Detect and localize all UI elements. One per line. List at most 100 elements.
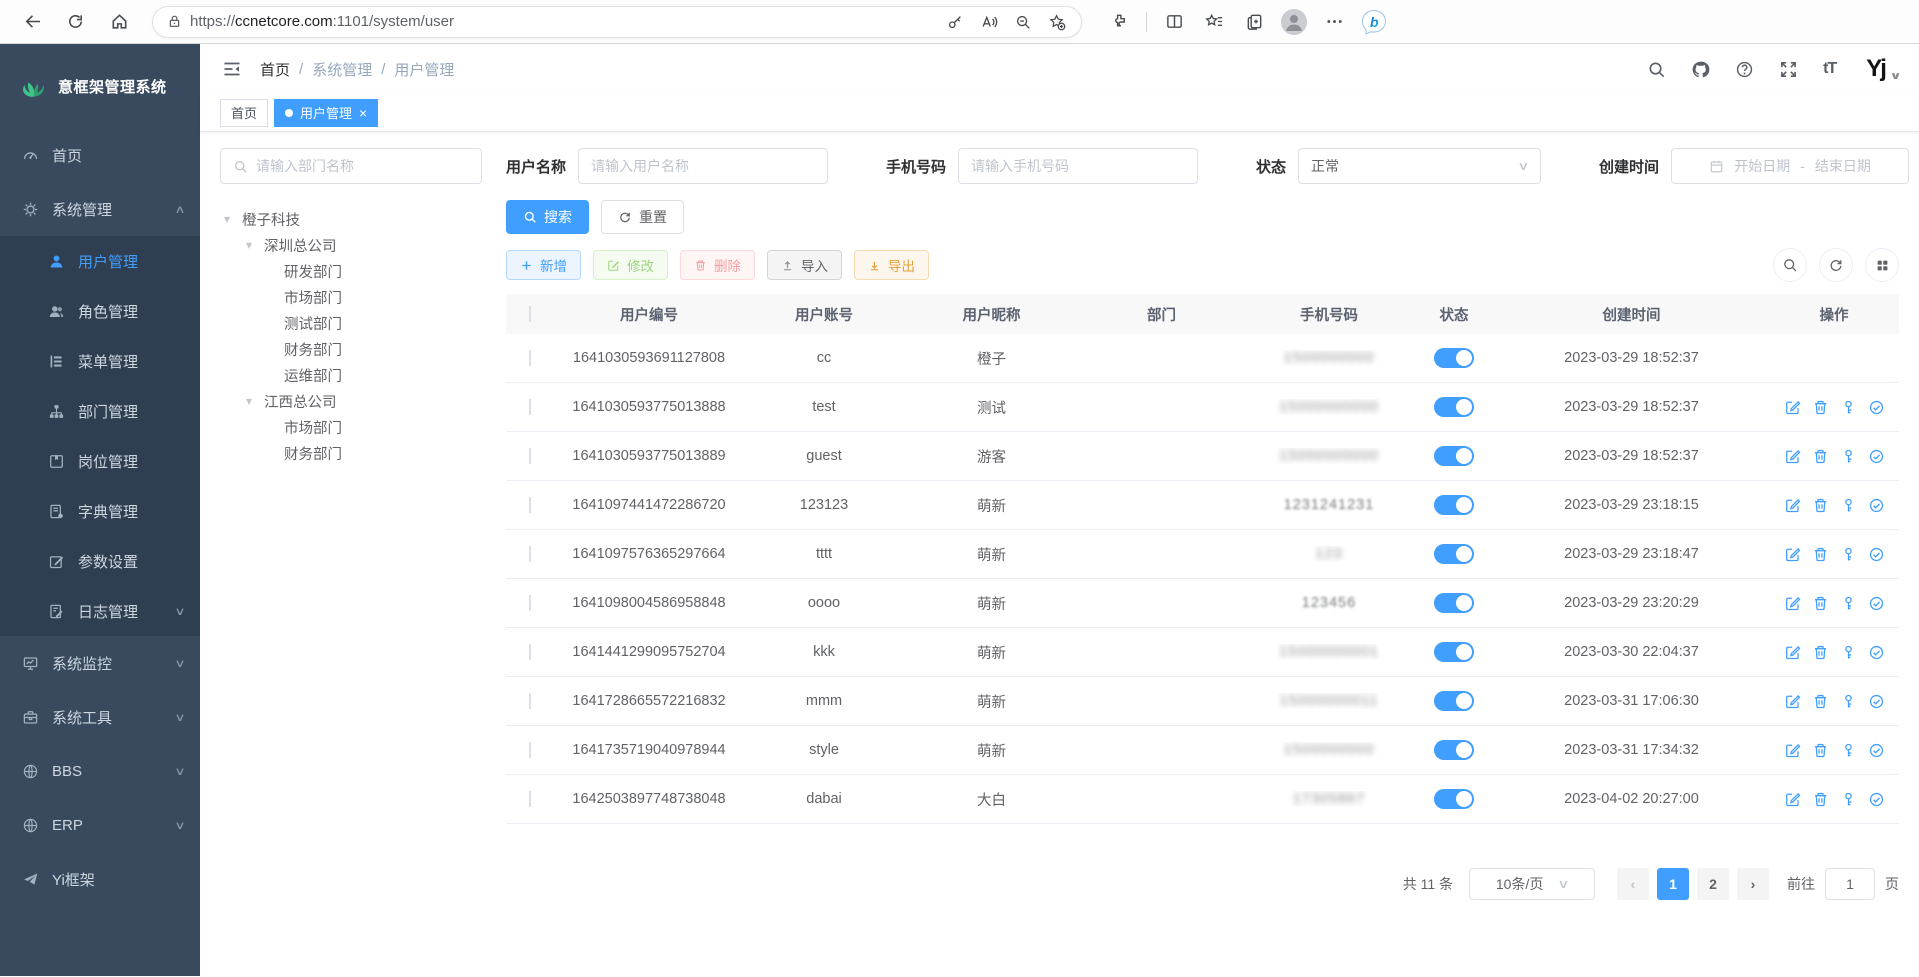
check-circle-icon[interactable] — [1868, 399, 1885, 416]
sidebar-item-user[interactable]: 用户管理 — [0, 236, 200, 286]
row-checkbox[interactable] — [529, 399, 531, 415]
delete-button[interactable]: 删除 — [680, 250, 755, 280]
key-icon[interactable] — [1840, 399, 1857, 416]
username-input[interactable] — [591, 158, 815, 174]
tree-node-财务部门[interactable]: 财务部门 — [220, 336, 482, 362]
read-aloud-icon[interactable] — [975, 8, 1003, 36]
edit-icon[interactable] — [1784, 693, 1801, 710]
collections-icon[interactable] — [1237, 5, 1271, 39]
toggle-search-button[interactable] — [1773, 248, 1807, 282]
prev-page-button[interactable]: ‹ — [1617, 868, 1649, 900]
check-circle-icon[interactable] — [1868, 448, 1885, 465]
phone-input[interactable] — [971, 158, 1185, 174]
edit-icon[interactable] — [1784, 448, 1801, 465]
status-toggle[interactable] — [1434, 348, 1474, 368]
date-range-picker[interactable]: 开始日期 - 结束日期 — [1671, 148, 1909, 184]
zoom-out-icon[interactable] — [1009, 8, 1037, 36]
select-all-checkbox[interactable] — [529, 306, 531, 322]
favorites-bar-icon[interactable] — [1197, 5, 1231, 39]
key-icon[interactable] — [1840, 742, 1857, 759]
sidebar-item-dict[interactable]: 字典管理 — [0, 486, 200, 536]
sidebar-item-dept[interactable]: 部门管理 — [0, 386, 200, 436]
app-logo[interactable]: 意框架管理系统 — [0, 44, 200, 128]
edit-icon[interactable] — [1784, 595, 1801, 612]
add-button[interactable]: 新增 — [506, 250, 581, 280]
delete-icon[interactable] — [1812, 448, 1829, 465]
tab-用户管理[interactable]: 用户管理× — [274, 99, 378, 127]
tree-expand-icon[interactable]: ▾ — [246, 238, 258, 252]
key-icon[interactable] — [1840, 791, 1857, 808]
status-toggle[interactable] — [1434, 691, 1474, 711]
split-screen-icon[interactable] — [1157, 5, 1191, 39]
help-icon[interactable] — [1735, 60, 1754, 79]
key-icon[interactable] — [1840, 644, 1857, 661]
status-toggle[interactable] — [1434, 397, 1474, 417]
fullscreen-icon[interactable] — [1779, 60, 1798, 79]
delete-icon[interactable] — [1812, 595, 1829, 612]
delete-icon[interactable] — [1812, 644, 1829, 661]
row-checkbox[interactable] — [529, 644, 531, 660]
tree-expand-icon[interactable]: ▾ — [246, 394, 258, 408]
browser-back-icon[interactable] — [14, 5, 48, 39]
page-size-select[interactable]: 10条/页 ∨ — [1469, 868, 1595, 900]
tree-node-江西总公司[interactable]: ▾江西总公司 — [220, 388, 482, 414]
tree-node-市场部门[interactable]: 市场部门 — [220, 284, 482, 310]
refresh-table-button[interactable] — [1819, 248, 1853, 282]
github-icon[interactable] — [1691, 60, 1710, 79]
key-icon[interactable] — [1840, 546, 1857, 563]
row-checkbox[interactable] — [529, 546, 531, 562]
add-favorite-icon[interactable] — [1043, 8, 1071, 36]
edit-icon[interactable] — [1784, 399, 1801, 416]
reset-button[interactable]: 重置 — [601, 200, 684, 234]
check-circle-icon[interactable] — [1868, 644, 1885, 661]
extensions-icon[interactable] — [1102, 5, 1136, 39]
tree-node-财务部门[interactable]: 财务部门 — [220, 440, 482, 466]
row-checkbox[interactable] — [529, 595, 531, 611]
check-circle-icon[interactable] — [1868, 791, 1885, 808]
delete-icon[interactable] — [1812, 497, 1829, 514]
password-key-icon[interactable] — [941, 8, 969, 36]
tree-node-运维部门[interactable]: 运维部门 — [220, 362, 482, 388]
edit-icon[interactable] — [1784, 546, 1801, 563]
delete-icon[interactable] — [1812, 791, 1829, 808]
tree-node-市场部门[interactable]: 市场部门 — [220, 414, 482, 440]
status-toggle[interactable] — [1434, 789, 1474, 809]
delete-icon[interactable] — [1812, 546, 1829, 563]
status-toggle[interactable] — [1434, 740, 1474, 760]
key-icon[interactable] — [1840, 448, 1857, 465]
sidebar-item-post[interactable]: 岗位管理 — [0, 436, 200, 486]
more-menu-icon[interactable] — [1317, 5, 1351, 39]
key-icon[interactable] — [1840, 693, 1857, 710]
sidebar-item-monitor[interactable]: 系统监控∨ — [0, 636, 200, 690]
status-toggle[interactable] — [1434, 642, 1474, 662]
sidebar-item-system[interactable]: 系统管理∧ — [0, 182, 200, 236]
sidebar-item-menu[interactable]: 菜单管理 — [0, 336, 200, 386]
profile-avatar[interactable] — [1277, 5, 1311, 39]
sidebar-item-bbs[interactable]: BBS∨ — [0, 744, 200, 798]
font-size-icon[interactable]: tT — [1823, 60, 1836, 78]
check-circle-icon[interactable] — [1868, 595, 1885, 612]
row-checkbox[interactable] — [529, 742, 531, 758]
goto-page-input[interactable] — [1825, 868, 1875, 900]
edit-icon[interactable] — [1784, 742, 1801, 759]
search-icon[interactable] — [1647, 60, 1666, 79]
sidebar-item-log[interactable]: 日志管理∨ — [0, 586, 200, 636]
edit-icon[interactable] — [1784, 644, 1801, 661]
status-select[interactable]: 正常 ∨ — [1298, 148, 1541, 184]
tree-expand-icon[interactable]: ▾ — [224, 212, 236, 226]
browser-home-icon[interactable] — [102, 5, 136, 39]
page-button-2[interactable]: 2 — [1697, 868, 1729, 900]
address-bar[interactable]: https://ccnetcore.com:1101/system/user — [152, 6, 1082, 38]
close-icon[interactable]: × — [359, 106, 367, 120]
edit-icon[interactable] — [1784, 791, 1801, 808]
sidebar-item-config[interactable]: 参数设置 — [0, 536, 200, 586]
status-toggle[interactable] — [1434, 495, 1474, 515]
sidebar-item-erp[interactable]: ERP∨ — [0, 798, 200, 852]
browser-refresh-icon[interactable] — [58, 5, 92, 39]
edit-icon[interactable] — [1784, 497, 1801, 514]
tree-node-橙子科技[interactable]: ▾橙子科技 — [220, 206, 482, 232]
check-circle-icon[interactable] — [1868, 497, 1885, 514]
delete-icon[interactable] — [1812, 693, 1829, 710]
status-toggle[interactable] — [1434, 544, 1474, 564]
delete-icon[interactable] — [1812, 742, 1829, 759]
